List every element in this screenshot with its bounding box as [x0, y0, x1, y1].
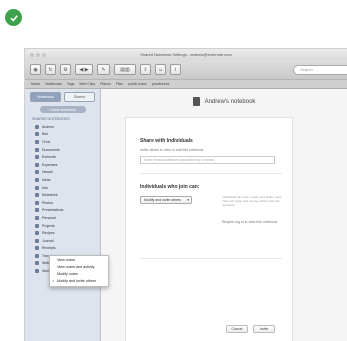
sidebar-item[interactable]: Recipes — [25, 229, 100, 237]
new-note-icon[interactable]: ✎ — [97, 64, 110, 75]
permission-dropdown-menu: View notes View notes and activity Modif… — [49, 255, 109, 287]
sidebar-item[interactable]: Hawaii — [25, 169, 100, 177]
person-icon — [35, 177, 39, 182]
permission-select-value: Modify and invite others — [144, 198, 181, 202]
view-toggle-button[interactable]: ▤▥ — [114, 64, 136, 75]
notebook-tabs: Notes Notebooks Tags Web Clips Places Fi… — [25, 80, 347, 89]
person-icon — [35, 215, 39, 220]
sidebar-item[interactable]: Info — [25, 184, 100, 192]
menu-item-selected[interactable]: ✓ Modify and invite others — [50, 278, 108, 285]
share-heading: Share with Individuals — [140, 138, 193, 144]
sidebar-item[interactable]: Moleskine — [25, 191, 100, 199]
permission-select[interactable]: Modify and invite others ▾ — [140, 196, 192, 204]
account-icon[interactable]: ◉ — [30, 64, 41, 75]
person-icon — [35, 246, 39, 251]
checkmark-icon: ✓ — [52, 279, 56, 283]
person-icon — [35, 185, 39, 190]
sidebar-item[interactable]: Documents — [25, 146, 100, 154]
sidebar-item[interactable]: Personal — [25, 214, 100, 222]
menu-item[interactable]: Modify notes — [50, 271, 108, 278]
segment-notebooks[interactable]: Notebooks — [30, 92, 61, 102]
tab-item[interactable]: procedures — [152, 82, 170, 86]
success-check-icon — [5, 9, 22, 26]
menu-item[interactable]: View notes — [50, 257, 108, 264]
invite-button[interactable]: Invite — [253, 325, 275, 333]
sidebar-list: Andrew Ben Chris Documents Evernote Expe… — [25, 123, 100, 275]
email-field[interactable]: Enter email addresses separated by comma… — [140, 156, 275, 164]
window-title: Shared Notebook Settings - andrew@everno… — [140, 52, 232, 57]
tab-item[interactable]: Files — [116, 82, 123, 86]
person-icon — [35, 208, 39, 213]
sidebar-item[interactable]: Ben — [25, 131, 100, 139]
share-icon[interactable]: ⇪ — [140, 64, 151, 75]
notebook-icon — [192, 97, 200, 106]
tab-item[interactable]: Notebooks — [45, 82, 62, 86]
person-icon — [35, 269, 39, 274]
cancel-button[interactable]: Cancel — [226, 325, 248, 333]
person-icon — [35, 147, 39, 152]
person-icon — [35, 253, 39, 258]
person-icon — [35, 170, 39, 175]
sidebar: Notebooks Shared Create Notebook SHARED … — [25, 89, 101, 341]
people-icon[interactable]: ☺ — [155, 64, 166, 75]
person-icon — [35, 261, 39, 266]
sync-icon[interactable]: ↻ — [45, 64, 56, 75]
sidebar-section-header: SHARED NOTEBOOKS — [32, 117, 70, 121]
tab-item[interactable]: Places — [100, 82, 111, 86]
app-window: Shared Notebook Settings - andrew@everno… — [24, 48, 347, 341]
sidebar-item[interactable]: Chris — [25, 138, 100, 146]
segment-shared[interactable]: Shared — [64, 92, 95, 102]
permissions-heading: Individuals who join can: — [140, 184, 200, 190]
sidebar-item[interactable]: Andrew — [25, 123, 100, 131]
person-icon — [35, 139, 39, 144]
permission-help-text: Individuals can view, modify and share n… — [222, 195, 283, 207]
gear-icon[interactable]: ⚙ — [60, 64, 71, 75]
person-icon — [35, 200, 39, 205]
require-login-label[interactable]: Require log in to view this notebook — [222, 220, 277, 224]
chevron-down-icon: ▾ — [187, 198, 189, 202]
sidebar-item[interactable]: Receipts — [25, 245, 100, 253]
search-input[interactable]: Search — [293, 64, 347, 75]
info-icon[interactable]: i — [170, 64, 181, 75]
title-bar: Shared Notebook Settings - andrew@everno… — [25, 49, 347, 60]
main-content: Andrew's notebook Share with Individuals… — [101, 89, 347, 341]
sidebar-item[interactable]: Journal — [25, 237, 100, 245]
notebook-title: Andrew's notebook — [204, 98, 256, 105]
tab-item[interactable]: Web Clips — [79, 82, 95, 86]
back-forward-button[interactable]: ◀ ▶ — [75, 64, 93, 75]
menu-item[interactable]: View notes and activity — [50, 264, 108, 271]
sidebar-item[interactable]: Projects — [25, 222, 100, 230]
notebook-header: Andrew's notebook — [101, 97, 347, 106]
sidebar-item[interactable]: Evernote — [25, 153, 100, 161]
divider — [140, 173, 282, 174]
person-icon — [35, 231, 39, 236]
tab-item[interactable]: Notes — [31, 82, 40, 86]
divider — [140, 258, 282, 259]
share-description: Invite others to view or edit this noteb… — [140, 148, 204, 152]
person-icon — [35, 193, 39, 198]
sidebar-item[interactable]: Ideas — [25, 176, 100, 184]
sidebar-item[interactable]: Presentations — [25, 207, 100, 215]
tab-item[interactable]: public notes — [128, 82, 147, 86]
person-icon — [35, 223, 39, 228]
person-icon — [35, 155, 39, 160]
person-icon — [35, 238, 39, 243]
tab-item[interactable]: Tags — [67, 82, 74, 86]
person-icon — [35, 162, 39, 167]
create-notebook-button[interactable]: Create Notebook — [39, 106, 86, 113]
sidebar-item[interactable]: Photos — [25, 199, 100, 207]
toolbar: ◉ ↻ ⚙ ◀ ▶ ✎ ▤▥ ⇪ ☺ i Search — [25, 60, 347, 80]
person-icon — [35, 124, 39, 129]
share-dialog: Share with Individuals Invite others to … — [125, 117, 293, 341]
sidebar-item[interactable]: Expenses — [25, 161, 100, 169]
person-icon — [35, 132, 39, 137]
